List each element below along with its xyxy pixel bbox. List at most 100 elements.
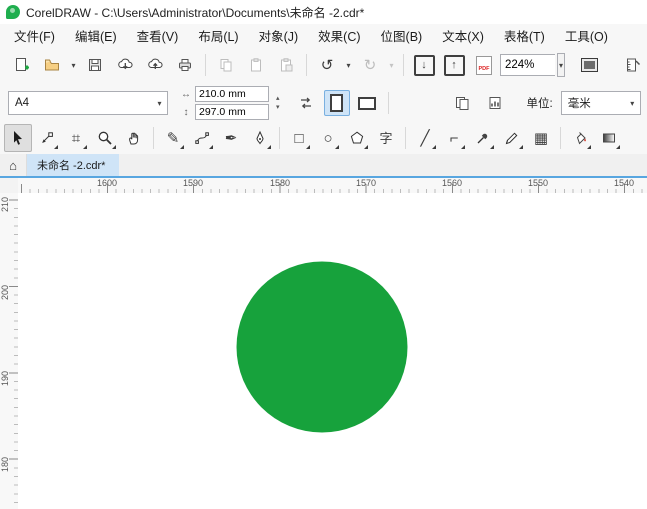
print-icon xyxy=(177,57,193,73)
coreldraw-window: CorelDRAW - C:\Users\Administrator\Docum… xyxy=(0,0,647,509)
toolbox: ⌗ ✎ ✒ □ ○ 字 ╱ ⌐ ▦ xyxy=(0,122,647,155)
rectangle-tool-icon: □ xyxy=(294,129,304,147)
fill-tool-icon xyxy=(572,130,588,146)
portrait-orientation-button[interactable] xyxy=(323,90,350,116)
outline-pen-tool-button[interactable] xyxy=(498,124,526,152)
new-document-button[interactable] xyxy=(8,51,36,79)
export-icon: ↑ xyxy=(443,54,465,76)
polygon-tool-button[interactable] xyxy=(343,124,371,152)
h-ruler-tick: 1590 xyxy=(182,178,204,188)
cloud-download-button[interactable] xyxy=(111,51,139,79)
artistic-media-tool-button[interactable]: ✒ xyxy=(217,124,245,152)
h-ruler-tick: 1560 xyxy=(441,178,463,188)
menu-object[interactable]: 对象(J) xyxy=(249,24,309,47)
menu-edit[interactable]: 编辑(E) xyxy=(65,24,127,47)
menu-file[interactable]: 文件(F) xyxy=(4,24,65,47)
export-button[interactable]: ↑ xyxy=(440,51,468,79)
import-icon: ↓ xyxy=(413,54,435,76)
pan-tool-button[interactable] xyxy=(120,124,148,152)
toolbar-separator xyxy=(306,54,307,76)
options-button[interactable] xyxy=(619,51,647,79)
ruler-origin-corner[interactable] xyxy=(0,178,19,194)
v-ruler-tick: 210 xyxy=(0,196,10,212)
dimension-tool-icon: ╱ xyxy=(420,129,430,147)
print-button[interactable] xyxy=(171,51,199,79)
spin-up-icon[interactable]: ▴ xyxy=(274,94,282,103)
open-button[interactable] xyxy=(38,51,66,79)
page-height-input[interactable] xyxy=(195,104,269,120)
zoom-tool-button[interactable] xyxy=(91,124,119,152)
import-button[interactable]: ↓ xyxy=(410,51,438,79)
paste-special-button[interactable] xyxy=(272,51,300,79)
ruler-options-icon xyxy=(625,57,641,73)
page-dimensions-spinner[interactable]: ▴ ▾ xyxy=(274,94,282,112)
page-size-preset-combo[interactable]: A4 ▾ xyxy=(8,91,168,115)
paste-button[interactable] xyxy=(242,51,270,79)
swap-dimensions-button[interactable] xyxy=(292,89,320,117)
publish-pdf-button[interactable]: PDF xyxy=(470,51,498,79)
text-tool-icon: 字 xyxy=(379,130,393,146)
landscape-orientation-button[interactable] xyxy=(354,90,380,116)
cloud-download-icon xyxy=(117,57,134,73)
spin-down-icon[interactable]: ▾ xyxy=(274,103,282,112)
toolbox-separator xyxy=(153,127,154,149)
fullscreen-preview-icon xyxy=(580,58,598,72)
pen-tool-button[interactable] xyxy=(246,124,274,152)
green-circle-shape[interactable] xyxy=(236,261,408,433)
bezier-tool-icon xyxy=(194,130,210,146)
menu-text[interactable]: 文本(X) xyxy=(432,24,494,47)
crop-tool-button[interactable]: ⌗ xyxy=(62,124,90,152)
mesh-fill-tool-button[interactable]: ▦ xyxy=(527,124,555,152)
pick-tool-button[interactable] xyxy=(4,124,32,152)
h-ruler-tick: 1600 xyxy=(96,178,118,188)
fill-tool-button[interactable] xyxy=(566,124,594,152)
zoom-tool-icon xyxy=(97,130,113,146)
menu-effects[interactable]: 效果(C) xyxy=(308,24,370,47)
horizontal-ruler[interactable]: 1600 1590 1580 1570 1560 1550 1540 xyxy=(18,178,647,194)
zoom-level-input[interactable] xyxy=(500,54,555,76)
copy-button[interactable] xyxy=(212,51,240,79)
paste-special-icon xyxy=(278,57,294,73)
menu-tools[interactable]: 工具(O) xyxy=(555,24,618,47)
undo-button[interactable]: ↺ xyxy=(313,51,341,79)
propbar-separator xyxy=(387,92,389,114)
menu-view[interactable]: 查看(V) xyxy=(127,24,189,47)
v-ruler-tick: 190 xyxy=(0,370,10,386)
redo-button[interactable]: ↻ xyxy=(356,51,384,79)
menu-table[interactable]: 表格(T) xyxy=(494,24,555,47)
redo-dropdown-caret[interactable]: ▾ xyxy=(386,52,397,78)
page-width-input[interactable] xyxy=(195,86,269,102)
save-button[interactable] xyxy=(81,51,109,79)
freehand-tool-button[interactable]: ✎ xyxy=(159,124,187,152)
menu-bitmaps[interactable]: 位图(B) xyxy=(371,24,433,47)
current-page-button[interactable] xyxy=(481,89,509,117)
document-tab-active[interactable]: 未命名 -2.cdr* xyxy=(27,154,120,176)
ellipse-tool-button[interactable]: ○ xyxy=(314,124,342,152)
coreldraw-logo-icon xyxy=(6,5,20,19)
connector-tool-button[interactable]: ⌐ xyxy=(440,124,468,152)
document-tab-label: 未命名 -2.cdr* xyxy=(37,160,106,172)
drawing-canvas[interactable] xyxy=(18,193,647,509)
rectangle-tool-button[interactable]: □ xyxy=(285,124,313,152)
shape-tool-button[interactable] xyxy=(33,124,61,152)
interactive-fill-tool-button[interactable] xyxy=(595,124,623,152)
menu-layout[interactable]: 布局(L) xyxy=(188,24,248,47)
vertical-ruler[interactable]: 210 200 190 180 xyxy=(0,193,19,509)
cloud-upload-button[interactable] xyxy=(141,51,169,79)
undo-dropdown-caret[interactable]: ▾ xyxy=(343,52,354,78)
shape-tool-icon xyxy=(39,130,55,146)
open-dropdown-caret[interactable]: ▾ xyxy=(68,52,79,78)
artistic-media-tool-icon: ✒ xyxy=(224,129,238,147)
welcome-home-tab[interactable]: ⌂ xyxy=(0,154,27,176)
zoom-dropdown-caret[interactable]: ▾ xyxy=(557,53,565,77)
eyedropper-tool-button[interactable] xyxy=(469,124,497,152)
page-height-icon: ↕ xyxy=(183,106,189,118)
dimension-tool-button[interactable]: ╱ xyxy=(411,124,439,152)
all-pages-button[interactable] xyxy=(449,89,477,117)
fullscreen-preview-button[interactable] xyxy=(575,51,603,79)
text-tool-button[interactable]: 字 xyxy=(372,124,400,152)
bezier-tool-button[interactable] xyxy=(188,124,216,152)
save-icon xyxy=(87,57,103,73)
units-combo[interactable]: 毫米 ▾ xyxy=(560,91,641,115)
outline-pen-icon xyxy=(504,130,520,146)
